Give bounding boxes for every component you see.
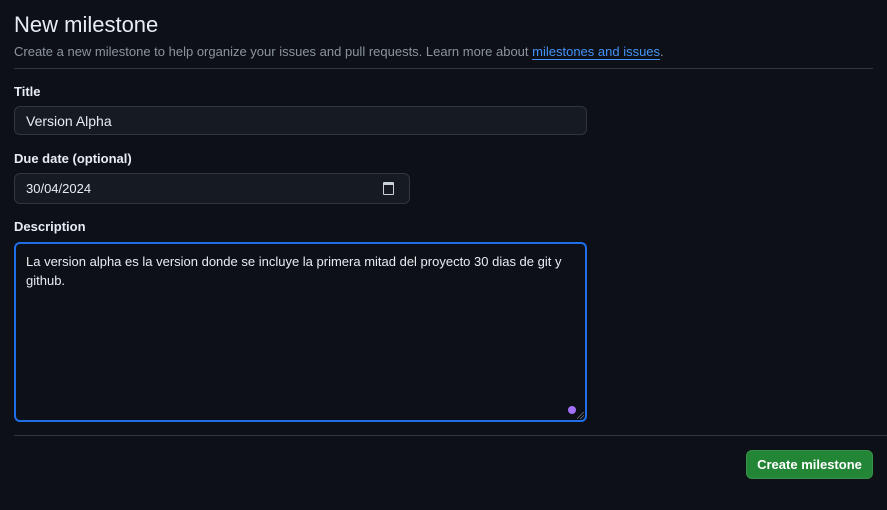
description-textarea[interactable]: La version alpha es la version donde se … <box>14 242 587 422</box>
title-input-value: Version Alpha <box>26 112 112 129</box>
milestones-and-issues-link[interactable]: milestones and issues <box>532 44 660 59</box>
create-milestone-button[interactable]: Create milestone <box>746 450 873 479</box>
due-date-value: 30/04/2024 <box>26 181 92 196</box>
due-date-input[interactable]: 30/04/2024 <box>14 173 410 204</box>
subtitle-text: Create a new milestone to help organize … <box>14 44 533 59</box>
due-date-label: Due date (optional) <box>14 151 132 166</box>
title-label: Title <box>14 84 41 99</box>
assistant-dot-icon[interactable] <box>568 406 576 414</box>
form-divider <box>14 435 887 436</box>
description-label: Description <box>14 219 86 234</box>
calendar-icon[interactable] <box>383 182 394 195</box>
page-header: New milestone Create a new milestone to … <box>14 12 873 69</box>
description-value: La version alpha es la version donde se … <box>26 254 562 288</box>
title-input[interactable]: Version Alpha <box>14 106 587 135</box>
resize-handle-icon[interactable] <box>577 412 584 419</box>
page-subtitle: Create a new milestone to help organize … <box>14 44 873 60</box>
page-title: New milestone <box>14 12 159 37</box>
new-milestone-page: New milestone Create a new milestone to … <box>0 0 887 510</box>
subtitle-end: . <box>660 44 664 59</box>
